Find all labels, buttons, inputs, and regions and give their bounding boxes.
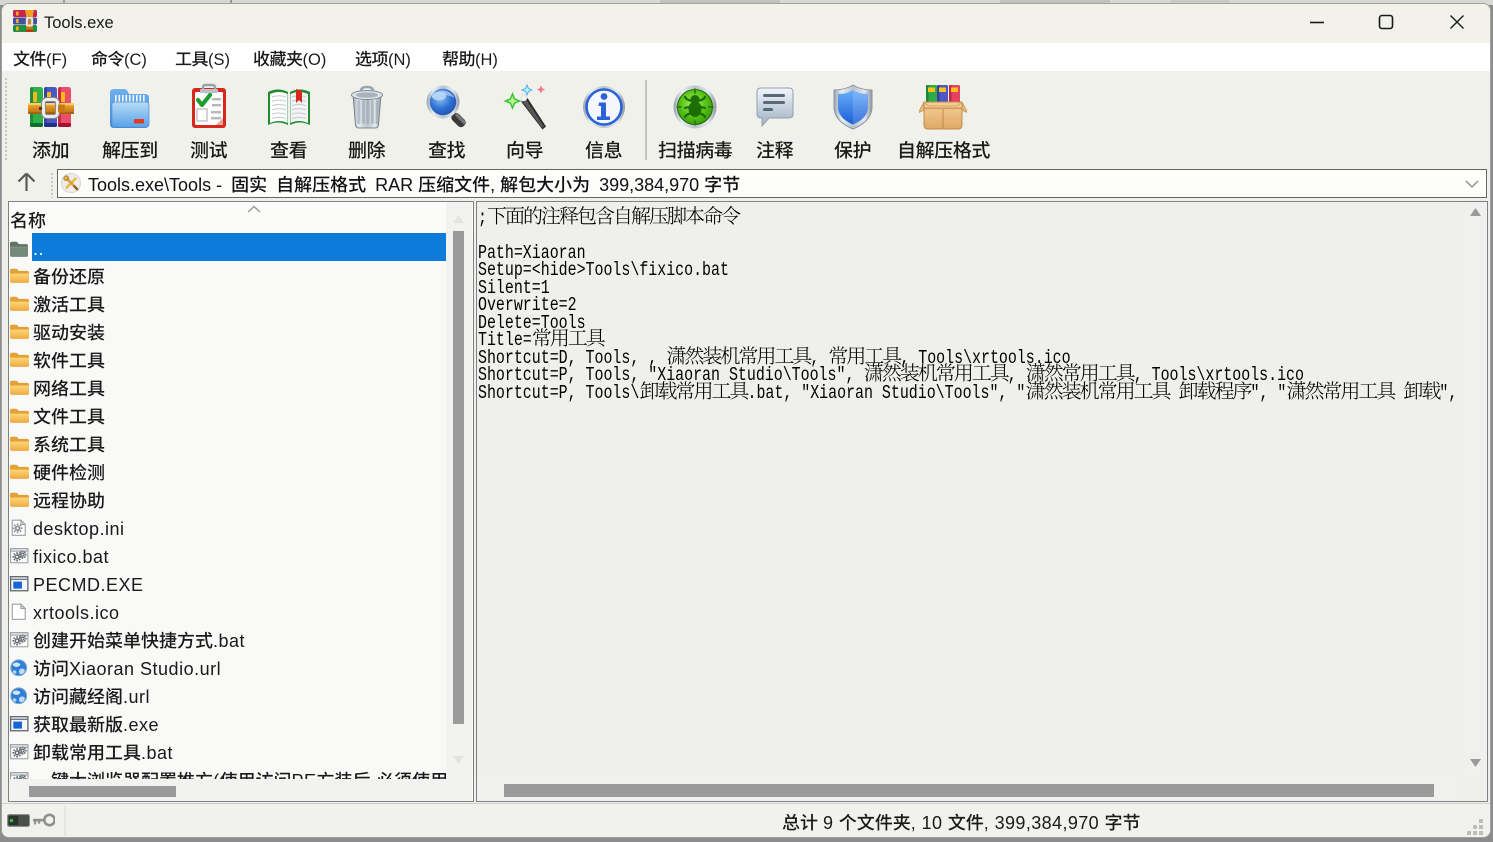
svg-text:fixico.bat: fixico.bat xyxy=(33,547,109,567)
svg-text:.bat: .bat xyxy=(141,743,173,763)
svg-text:xrtools.ico: xrtools.ico xyxy=(33,603,120,623)
svg-text:399,384,970: 399,384,970 xyxy=(599,175,699,195)
svg-text:..: .. xyxy=(33,239,44,259)
svg-text:, 10: , 10 xyxy=(911,813,943,833)
svg-text:, 399,384,970: , 399,384,970 xyxy=(984,813,1099,833)
svg-text:Shortcut=P, Tools\: Shortcut=P, Tools\ xyxy=(478,383,639,404)
svg-text:(C): (C) xyxy=(124,51,147,69)
svg-text:.url: .url xyxy=(123,687,150,707)
svg-text:9: 9 xyxy=(823,813,833,833)
svg-text:", ": ", " xyxy=(1250,383,1286,404)
svg-text:PECMD.EXE: PECMD.EXE xyxy=(33,575,144,595)
svg-text:.bat: .bat xyxy=(213,631,245,651)
svg-text:Tools.exe: Tools.exe xyxy=(44,14,114,32)
svg-text:PE: PE xyxy=(292,771,317,779)
svg-text:(H): (H) xyxy=(475,51,498,69)
svg-text:(F): (F) xyxy=(46,51,67,69)
svg-text:(O): (O) xyxy=(303,51,327,69)
svg-text:(S): (S) xyxy=(208,51,230,69)
svg-text:,: , xyxy=(490,175,495,195)
svg-text:;: ; xyxy=(478,209,487,230)
svg-text:RAR: RAR xyxy=(375,175,413,195)
svg-text:.bat, "Xiaoran Studio\Tools",: .bat, "Xiaoran Studio\Tools", " xyxy=(747,383,1025,404)
svg-text:(N): (N) xyxy=(388,51,411,69)
svg-text:.exe: .exe xyxy=(123,715,159,735)
svg-text:, Tools\xrtools.ico: , Tools\xrtools.ico xyxy=(900,348,1070,369)
svg-text:",: ", xyxy=(1439,383,1457,404)
svg-text:Tools.exe\Tools -: Tools.exe\Tools - xyxy=(88,175,222,195)
svg-text:Xiaoran Studio.url: Xiaoran Studio.url xyxy=(69,659,221,679)
svg-text:desktop.ini: desktop.ini xyxy=(33,519,125,539)
svg-text:(: ( xyxy=(213,771,220,779)
